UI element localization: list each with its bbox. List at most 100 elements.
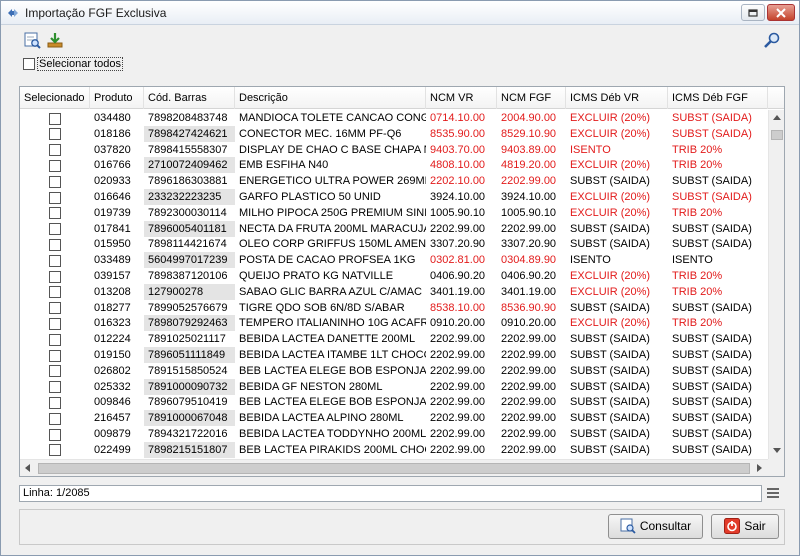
table-row[interactable]: 009846 7896079510419 BEB LACTEA ELEGE BOB … [20,394,768,410]
col-cod-barras-cell: 5604997017239 [144,252,235,269]
row-select-cell [20,331,90,347]
row-checkbox[interactable] [49,286,61,299]
row-checkbox[interactable] [49,159,61,172]
scroll-right-icon[interactable] [757,464,762,472]
col-cod-barras-cell: 7898114421674 [148,238,227,251]
col-descricao-header[interactable]: Descrição [235,87,426,109]
row-checkbox[interactable] [49,396,61,409]
row-checkbox[interactable] [49,381,61,394]
row-checkbox[interactable] [49,207,61,220]
table-row[interactable]: 017841 7896005401181 NECTA DA FRUTA 200ML … [20,220,768,237]
table-row[interactable]: 037820 7898415558307 DISPLAY DE CHAO C BAS… [20,142,768,158]
scroll-left-icon[interactable] [25,464,30,472]
col-cod-barras-cell: 7899052576679 [148,301,228,314]
col-icms-deb-fgf-cell: SUBST (SAIDA) [672,238,752,251]
power-icon [724,517,741,534]
table-row[interactable]: 016766 2710072409462 EMB ESFIHA N40 4808.10… [20,157,768,174]
row-checkbox[interactable] [49,349,61,362]
consultar-button[interactable]: Consultar [608,514,703,539]
col-produto-cell: 026802 [94,364,131,377]
table-row[interactable]: 216457 7891000067048 BEBIDA LACTEA ALPINO … [20,410,768,427]
table-row[interactable]: 033489 5604997017239 POSTA DE CACAO PROFSE… [20,252,768,269]
col-icms-deb-fgf-header[interactable]: ICMS Déb FGF [668,87,768,109]
row-checkbox[interactable] [49,112,61,125]
col-icms-deb-fgf-cell: SUBST (SAIDA) [672,127,752,140]
table-row[interactable]: 012224 7891025021117 BEBIDA LACTEA DANETTE… [20,331,768,347]
row-checkbox[interactable] [49,191,61,204]
table-row[interactable]: 019739 7892300030114 MILHO PIPOCA 250G PRE… [20,205,768,221]
search-icon[interactable] [763,31,781,49]
horizontal-scroll-thumb[interactable] [38,463,750,474]
select-all-checkbox[interactable] [23,58,35,71]
col-ncm-vr-header[interactable]: NCM VR [426,87,497,109]
table-row[interactable]: 026802 7891515850524 BEB LACTEA ELEGE BOB … [20,363,768,379]
menu-icon[interactable] [767,488,779,498]
vertical-scrollbar[interactable] [768,110,784,459]
col-icms-deb-vr-header[interactable]: ICMS Déb VR [566,87,668,109]
row-checkbox[interactable] [49,317,61,330]
window-title: Importação FGF Exclusiva [25,6,167,20]
col-descricao-cell: BEBIDA LACTEA ALPINO 280ML [239,412,404,425]
col-cod-barras-header[interactable]: Cód. Barras [144,87,235,109]
col-ncm-fgf-cell: 3401.19.00 [501,285,557,298]
row-checkbox[interactable] [49,333,61,346]
col-icms-deb-vr-cell: SUBST (SAIDA) [570,428,650,440]
horizontal-scrollbar[interactable] [20,459,768,476]
col-ncm-fgf-header[interactable]: NCM FGF [497,87,566,109]
row-checkbox[interactable] [49,223,61,236]
col-produto-cell: 009846 [94,396,131,409]
row-select-cell [20,110,90,126]
table-row[interactable]: 039157 7898387120106 QUEIJO PRATO KG NATVI… [20,268,768,284]
col-produto-cell: 012224 [94,333,131,346]
col-icms-deb-vr-cell: SUBST (SAIDA) [570,175,650,188]
row-checkbox[interactable] [49,238,61,251]
row-select-cell [20,157,90,173]
table-row[interactable]: 025332 7891000090732 BEBIDA GF NESTON 280M… [20,378,768,395]
table-row[interactable]: 015950 7898114421674 OLEO CORP GRIFFUS 150… [20,236,768,252]
row-checkbox[interactable] [49,128,61,141]
col-produto-cell: 037820 [94,143,131,156]
table-row[interactable]: 009879 7894321722016 BEBIDA LACTEA TODDYNH… [20,426,768,442]
row-checkbox[interactable] [49,302,61,315]
col-produto-header[interactable]: Produto [90,87,144,109]
col-produto-cell: 020933 [94,175,131,188]
table-row[interactable]: 034480 7898208483748 MANDIOCA TOLETE CANCA… [20,110,768,126]
col-icms-deb-fgf-cell: ISENTO [672,254,713,267]
row-checkbox[interactable] [49,175,61,188]
row-checkbox[interactable] [49,444,61,457]
row-checkbox[interactable] [49,270,61,283]
close-button[interactable] [767,4,795,21]
scroll-up-icon[interactable] [773,115,781,120]
sair-button[interactable]: Sair [711,514,779,539]
col-ncm-fgf-cell: 2202.99.00 [501,443,557,456]
row-checkbox[interactable] [49,254,61,267]
table-row[interactable]: 018186 7898427424621 CONECTOR MEC. 16MM PF… [20,125,768,142]
table-row[interactable]: 020933 7896186303881 ENERGETICO ULTRA POWE… [20,173,768,189]
select-all-row: Selecionar todos [23,57,123,72]
col-produto-cell: 018186 [94,127,131,140]
consult-icon [620,518,636,534]
vertical-scroll-thumb[interactable] [771,130,783,140]
table-row[interactable]: 016646 233232223235 GARFO PLASTICO 50 UNID… [20,189,768,205]
row-checkbox[interactable] [49,412,61,425]
row-checkbox[interactable] [49,144,61,157]
select-all-label[interactable]: Selecionar todos [37,57,123,72]
col-ncm-vr-cell: 2202.99.00 [430,443,486,456]
table-row[interactable]: 019150 7896051111849 BEBIDA LACTEA ITAMBE … [20,347,768,363]
consult-preview-icon[interactable] [23,31,41,49]
table-row[interactable]: 016323 7898079292463 TEMPERO ITALIANINHO 1… [20,315,768,332]
col-cod-barras-cell: 7892300030114 [148,206,227,219]
scroll-down-icon[interactable] [773,448,781,453]
table-row[interactable]: 013208 127900278 SABAO GLIC BARRA AZUL C/A… [20,283,768,300]
col-cod-barras-cell: 7896005401181 [144,220,235,237]
col-selecionado-header[interactable]: Selecionado [20,87,90,109]
table-row[interactable]: 018277 7899052576679 TIGRE QDO SOB 6N/8D S… [20,300,768,316]
col-icms-deb-vr-cell: EXCLUIR (20%) [570,285,651,298]
download-icon[interactable] [46,31,64,49]
col-ncm-vr-cell: 0714.10.00 [430,112,486,124]
row-checkbox[interactable] [49,365,61,378]
col-ncm-fgf-cell: 2202.99.00 [501,396,557,409]
restore-button[interactable] [741,4,765,21]
row-checkbox[interactable] [49,428,61,441]
table-row[interactable]: 022499 7898215151807 BEB LACTEA PIRAKIDS 2… [20,441,768,458]
